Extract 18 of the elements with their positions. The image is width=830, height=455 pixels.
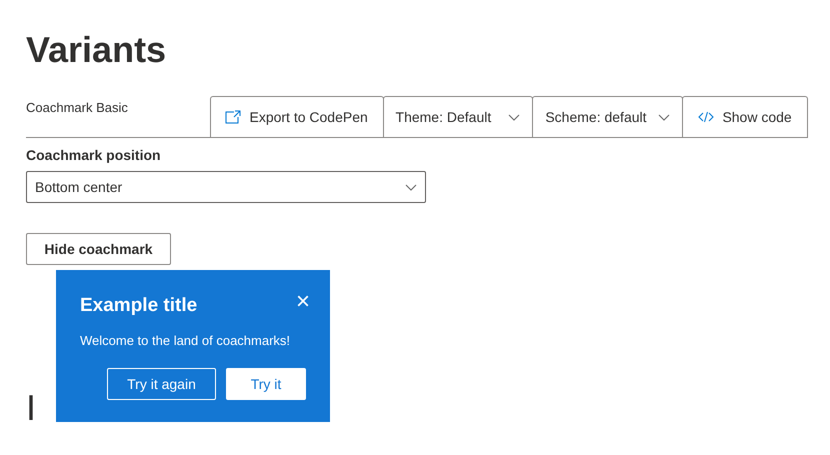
export-button[interactable]: Export to CodePen — [210, 96, 384, 137]
example-title: Coachmark Basic — [26, 99, 129, 117]
section-heading: I — [26, 388, 36, 428]
field-label: Coachmark position — [26, 146, 161, 165]
chevron-down-icon — [658, 114, 670, 120]
secondary-button[interactable]: Try it again — [107, 368, 216, 400]
chevron-down-icon — [508, 114, 520, 120]
code-icon — [698, 111, 714, 123]
primary-button[interactable]: Try it — [226, 368, 306, 400]
external-link-icon — [225, 110, 242, 124]
coachmark-message: Welcome to the land of coachmarks! — [80, 332, 290, 350]
close-button[interactable]: × — [296, 290, 310, 314]
page-title: Variants — [26, 28, 168, 72]
coachmark-title: Example title — [80, 294, 198, 318]
show-code-button[interactable]: Show code — [682, 96, 808, 137]
hide-coachmark-button[interactable]: Hide coachmark — [26, 233, 171, 265]
chevron-down-icon — [405, 184, 417, 190]
position-dropdown[interactable]: Bottom center — [26, 171, 426, 203]
